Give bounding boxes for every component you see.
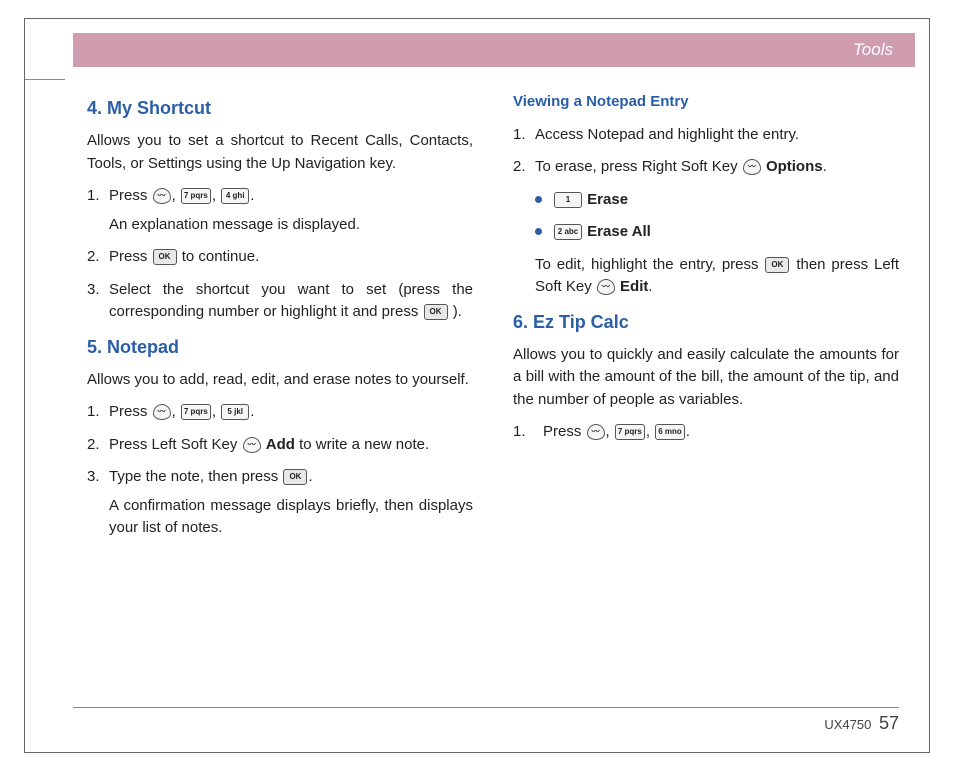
section-5-heading: 5. Notepad: [87, 334, 473, 361]
bold-options: Options: [766, 158, 823, 175]
key-7-icon: 7 pqrs: [181, 188, 211, 204]
step-number: 3.: [87, 279, 100, 302]
bold-add: Add: [266, 436, 295, 453]
text: Press: [109, 248, 152, 265]
step-number: 1.: [513, 421, 526, 444]
footer: UX4750 57: [824, 713, 899, 734]
right-column: Viewing a Notepad Entry 1. Access Notepa…: [513, 89, 899, 692]
period: .: [686, 423, 690, 440]
comma: ,: [172, 403, 180, 420]
text: to write a new note.: [299, 436, 429, 453]
period: .: [250, 187, 254, 204]
key-5-icon: 5 jkl: [221, 404, 249, 420]
bullet-icon: [535, 228, 542, 235]
viewing-steps: 1. Access Notepad and highlight the entr…: [513, 124, 899, 179]
menu-soft-key-icon: 〰: [153, 404, 171, 420]
ok-key-icon: OK: [153, 249, 177, 265]
ok-key-icon: OK: [765, 257, 789, 273]
text: To edit, highlight the entry, press: [535, 256, 764, 273]
key-6-icon: 6 mno: [655, 424, 685, 440]
sec4-step3: 3. Select the shortcut you want to set (…: [87, 279, 473, 324]
text: Press Left Soft Key: [109, 436, 242, 453]
sec5-step1: 1. Press 〰, 7 pqrs, 5 jkl.: [87, 401, 473, 424]
comma: ,: [646, 423, 654, 440]
step-number: 3.: [87, 466, 100, 489]
text: Type the note, then press: [109, 468, 282, 485]
bold-erase-all: Erase All: [587, 223, 651, 240]
viewing-subheading: Viewing a Notepad Entry: [513, 91, 899, 114]
header-title: Tools: [853, 40, 893, 60]
text: Access Notepad and highlight the entry.: [535, 126, 799, 143]
section-6-heading: 6. Ez Tip Calc: [513, 309, 899, 336]
sec4-step2: 2. Press OK to continue.: [87, 246, 473, 269]
section-4-steps: 1. Press 〰, 7 pqrs, 4 ghi. An explanatio…: [87, 185, 473, 324]
erase-bullet: 1 Erase: [513, 189, 899, 212]
text: ).: [453, 303, 462, 320]
text: To erase, press Right Soft Key: [535, 158, 742, 175]
text: An explanation message is displayed.: [109, 216, 360, 233]
step-number: 2.: [87, 246, 100, 269]
menu-soft-key-icon: 〰: [587, 424, 605, 440]
key-4-icon: 4 ghi: [221, 188, 249, 204]
step-number: 1.: [513, 124, 526, 147]
ok-key-icon: OK: [424, 304, 448, 320]
section-4-heading: 4. My Shortcut: [87, 95, 473, 122]
left-column: 4. My Shortcut Allows you to set a short…: [87, 89, 473, 692]
key-2-icon: 2 abc: [554, 224, 582, 240]
section-4-intro: Allows you to set a shortcut to Recent C…: [87, 130, 473, 175]
comma: ,: [212, 187, 220, 204]
text: Press: [543, 423, 586, 440]
period: .: [250, 403, 254, 420]
bullet-icon: [535, 196, 542, 203]
text: A confirmation message displays briefly,…: [109, 497, 473, 537]
sec4-step1: 1. Press 〰, 7 pqrs, 4 ghi. An explanatio…: [87, 185, 473, 236]
comma: ,: [212, 403, 220, 420]
period: .: [308, 468, 312, 485]
bold-edit: Edit: [620, 278, 648, 295]
comma: ,: [172, 187, 180, 204]
section-5-intro: Allows you to add, read, edit, and erase…: [87, 369, 473, 392]
bold-erase: Erase: [587, 191, 628, 208]
text: to continue.: [182, 248, 260, 265]
section-6-steps: 1. Press 〰, 7 pqrs, 6 mno.: [513, 421, 899, 444]
page-frame: Tools 4. My Shortcut Allows you to set a…: [24, 18, 930, 753]
step-number: 2.: [87, 434, 100, 457]
page-number: 57: [879, 713, 899, 733]
text: Press: [109, 403, 152, 420]
text: .: [648, 278, 652, 295]
key-1-icon: 1: [554, 192, 582, 208]
left-soft-key-icon: 〰: [243, 437, 261, 453]
sec5-step2: 2. Press Left Soft Key 〰 Add to write a …: [87, 434, 473, 457]
sec5-step3: 3. Type the note, then press OK. A confi…: [87, 466, 473, 540]
key-7-icon: 7 pqrs: [181, 404, 211, 420]
left-soft-key-icon: 〰: [597, 279, 615, 295]
section-5-steps: 1. Press 〰, 7 pqrs, 5 jkl. 2. Press Left…: [87, 401, 473, 540]
section-6-intro: Allows you to quickly and easily calcula…: [513, 344, 899, 412]
right-soft-key-icon: 〰: [743, 159, 761, 175]
header-bar: Tools: [73, 33, 915, 67]
left-margin-rule: [25, 79, 65, 80]
content-area: 4. My Shortcut Allows you to set a short…: [87, 89, 899, 692]
text: Select the shortcut you want to set (pre…: [109, 281, 473, 321]
erase-all-bullet: 2 abc Erase All: [513, 221, 899, 244]
ok-key-icon: OK: [283, 469, 307, 485]
model-number: UX4750: [824, 717, 871, 732]
key-7-icon: 7 pqrs: [615, 424, 645, 440]
text: .: [823, 158, 827, 175]
text: Press: [109, 187, 152, 204]
step-number: 1.: [87, 185, 100, 208]
menu-soft-key-icon: 〰: [153, 188, 171, 204]
footer-rule: [73, 707, 899, 708]
step-number: 2.: [513, 156, 526, 179]
edit-paragraph: To edit, highlight the entry, press OK t…: [513, 254, 899, 299]
sec6-step1: 1. Press 〰, 7 pqrs, 6 mno.: [513, 421, 899, 444]
comma: ,: [606, 423, 614, 440]
view-step1: 1. Access Notepad and highlight the entr…: [513, 124, 899, 147]
view-step2: 2. To erase, press Right Soft Key 〰 Opti…: [513, 156, 899, 179]
step-number: 1.: [87, 401, 100, 424]
